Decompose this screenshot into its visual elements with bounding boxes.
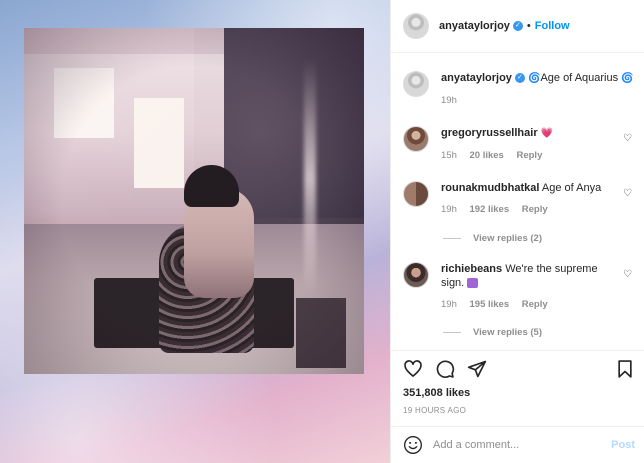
reply-button[interactable]: Reply bbox=[516, 150, 542, 161]
view-replies-label: View replies (5) bbox=[473, 327, 542, 338]
comment-row: gregoryrussellhair 💗 15h 20 likes Reply … bbox=[403, 126, 635, 163]
comment-row: rounakmudbhatkal Age of Anya 19h 192 lik… bbox=[403, 181, 635, 217]
caption-row: anyataylorjoy ✓ 🌀Age of Aquarius 🌀 19h bbox=[403, 71, 635, 108]
header-separator: • bbox=[526, 20, 531, 32]
emoji-smiley-icon[interactable] bbox=[403, 435, 423, 455]
like-comment-heart-icon[interactable]: ♡ bbox=[623, 270, 633, 280]
spiral-emoji-icon: 🌀 bbox=[527, 73, 541, 84]
post-header: anyataylorjoy ✓ • Follow bbox=[391, 0, 644, 53]
post-timestamp[interactable]: 19 HOURS AGO bbox=[403, 406, 466, 415]
verified-badge-icon: ✓ bbox=[512, 21, 523, 31]
like-comment-heart-icon[interactable]: ♡ bbox=[623, 134, 633, 144]
comment-likes[interactable]: 192 likes bbox=[470, 204, 510, 215]
like-heart-icon[interactable] bbox=[403, 359, 423, 379]
caption-avatar[interactable] bbox=[403, 71, 429, 97]
reply-button[interactable]: Reply bbox=[522, 204, 548, 215]
replies-divider bbox=[443, 332, 461, 333]
polaroid-photo bbox=[24, 28, 364, 374]
post-comment-button[interactable]: Post bbox=[611, 439, 635, 451]
follow-button[interactable]: Follow bbox=[535, 20, 570, 32]
view-replies-button[interactable]: View replies (2) bbox=[443, 233, 542, 244]
comment-time: 19h bbox=[441, 204, 457, 215]
commenter-username[interactable]: rounakmudbhatkal bbox=[441, 182, 539, 194]
likes-count[interactable]: 351,808 likes bbox=[403, 387, 470, 399]
verified-badge-icon: ✓ bbox=[514, 73, 525, 84]
author-username[interactable]: anyataylorjoy bbox=[439, 20, 510, 32]
commenter-username[interactable]: richiebeans bbox=[441, 263, 502, 275]
post-actions: 351,808 likes 19 HOURS AGO bbox=[391, 350, 644, 428]
comment-likes[interactable]: 195 likes bbox=[470, 299, 510, 310]
comment-bubble-icon[interactable] bbox=[435, 359, 455, 379]
caption-time: 19h bbox=[441, 95, 457, 106]
bookmark-icon[interactable] bbox=[615, 359, 635, 379]
like-comment-heart-icon[interactable]: ♡ bbox=[623, 189, 633, 199]
view-replies-button[interactable]: View replies (5) bbox=[443, 327, 542, 338]
pink-heart-emoji-icon: 💗 bbox=[540, 128, 554, 139]
reply-button[interactable]: Reply bbox=[522, 299, 548, 310]
comment-row: richiebeans We're the supreme sign. 19h … bbox=[403, 262, 635, 312]
caption-text: Age of Aquarius bbox=[540, 72, 619, 84]
comment-text: We're the supreme bbox=[505, 263, 598, 275]
spiral-emoji-icon: 🌀 bbox=[621, 73, 634, 84]
replies-divider bbox=[443, 238, 461, 239]
comment-text-line2: sign. bbox=[441, 277, 465, 289]
share-paper-plane-icon[interactable] bbox=[467, 359, 487, 379]
purple-emoji-icon bbox=[467, 278, 479, 289]
comment-likes[interactable]: 20 likes bbox=[470, 150, 504, 161]
add-comment-bar: Add a comment... Post bbox=[391, 426, 644, 463]
instagram-post: anyataylorjoy ✓ • Follow anyataylorjoy ✓ … bbox=[0, 0, 644, 463]
comment-text: Age of Anya bbox=[541, 182, 602, 194]
comments-list[interactable]: anyataylorjoy ✓ 🌀Age of Aquarius 🌀 19h gr… bbox=[391, 54, 644, 350]
commenter-avatar[interactable] bbox=[403, 181, 429, 207]
commenter-avatar[interactable] bbox=[403, 126, 429, 152]
post-sidebar: anyataylorjoy ✓ • Follow anyataylorjoy ✓ … bbox=[390, 0, 644, 463]
caption-username[interactable]: anyataylorjoy bbox=[441, 72, 512, 84]
comment-time: 19h bbox=[441, 299, 457, 310]
comment-time: 15h bbox=[441, 150, 457, 161]
view-replies-label: View replies (2) bbox=[473, 233, 542, 244]
post-image[interactable] bbox=[0, 0, 390, 463]
commenter-avatar[interactable] bbox=[403, 262, 429, 288]
author-avatar[interactable] bbox=[403, 13, 429, 39]
add-comment-input[interactable]: Add a comment... bbox=[433, 439, 611, 451]
commenter-username[interactable]: gregoryrussellhair bbox=[441, 127, 538, 139]
